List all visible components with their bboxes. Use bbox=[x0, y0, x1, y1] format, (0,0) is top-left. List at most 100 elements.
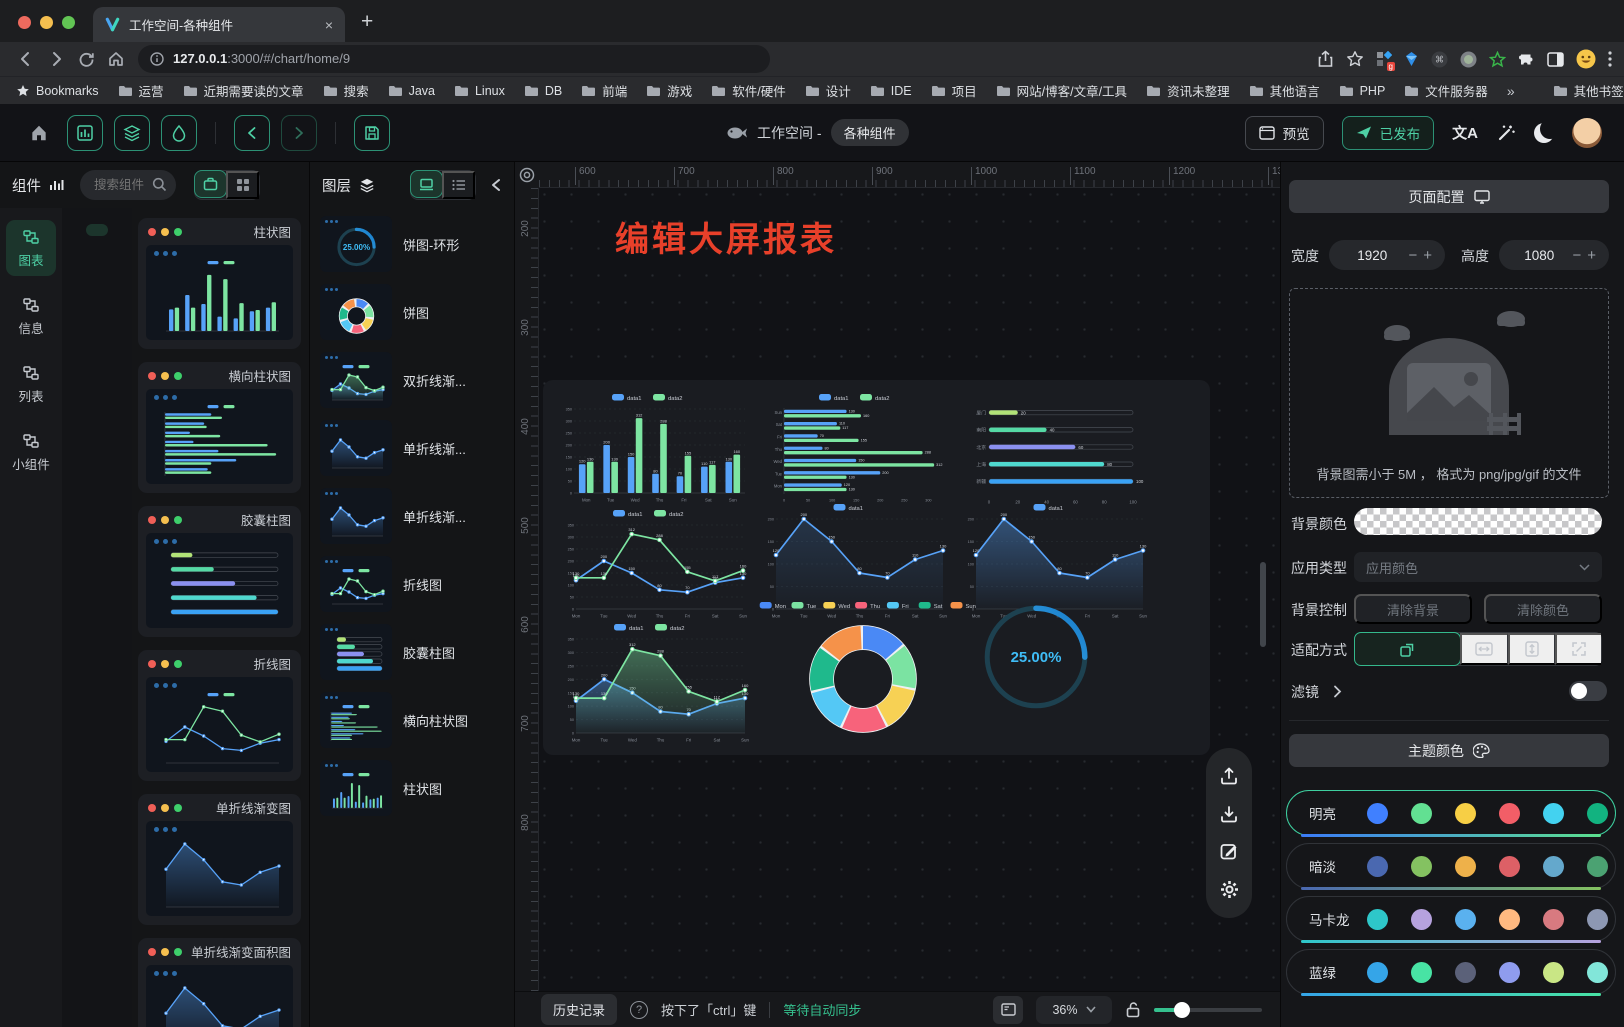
width-stepper[interactable]: 1920 − + bbox=[1329, 240, 1445, 270]
theme-row-暗淡[interactable]: 暗淡 bbox=[1286, 843, 1616, 889]
thumbnail-view-button[interactable] bbox=[410, 170, 443, 198]
fit-scale-button[interactable] bbox=[1354, 632, 1461, 666]
components-nav-item[interactable]: 列表 bbox=[6, 356, 56, 412]
preview-button[interactable]: 预览 bbox=[1245, 116, 1324, 150]
theme-row-明亮[interactable]: 明亮 bbox=[1286, 790, 1616, 836]
decrement-icon[interactable]: − bbox=[1405, 247, 1420, 264]
bookmarks-root[interactable]: Bookmarks bbox=[16, 84, 99, 98]
fit-stretch-button[interactable] bbox=[1555, 633, 1601, 665]
maximize-window-button[interactable] bbox=[62, 16, 75, 29]
chevron-right-icon[interactable] bbox=[1333, 685, 1342, 698]
clear-background-button[interactable]: 清除背景 bbox=[1354, 594, 1472, 624]
extensions-puzzle-icon[interactable] bbox=[1518, 51, 1535, 68]
canvas-chart-ring-progress[interactable]: 25.00% bbox=[975, 596, 1097, 718]
url-bar[interactable]: 127.0.0.1:3000/#/chart/home/9 bbox=[138, 45, 770, 73]
traffic-lights[interactable] bbox=[18, 16, 75, 29]
layer-item[interactable]: 折线图 bbox=[320, 556, 504, 612]
settings-gear-icon[interactable] bbox=[1219, 879, 1240, 900]
fit-width-button[interactable] bbox=[1460, 633, 1507, 665]
help-icon[interactable]: ? bbox=[630, 1001, 648, 1019]
other-bookmarks[interactable]: 其他书签 bbox=[1553, 81, 1624, 100]
bookmark-folder[interactable]: Linux bbox=[454, 81, 505, 100]
bookmark-folder[interactable]: 软件/硬件 bbox=[711, 81, 785, 100]
bookmarks-overflow[interactable]: » bbox=[1507, 83, 1515, 99]
decrement-icon[interactable]: − bbox=[1569, 247, 1584, 264]
undo-button[interactable] bbox=[234, 115, 270, 151]
bookmark-folder[interactable]: 前端 bbox=[581, 81, 627, 100]
width-value[interactable]: 1920 bbox=[1339, 248, 1405, 263]
canvas-grid[interactable]: 编辑大屏报表 data1data205010015020025030035012… bbox=[539, 188, 1280, 991]
category-item[interactable] bbox=[86, 244, 108, 256]
download-icon[interactable] bbox=[1219, 804, 1239, 824]
search-icon[interactable] bbox=[152, 177, 167, 192]
new-tab-button[interactable]: + bbox=[361, 10, 373, 34]
fit-height-button[interactable] bbox=[1508, 633, 1555, 665]
height-stepper[interactable]: 1080 − + bbox=[1499, 240, 1609, 270]
extension-gem-icon[interactable] bbox=[1404, 51, 1419, 67]
bg-color-swatch[interactable] bbox=[1354, 508, 1602, 535]
magic-wand-icon[interactable] bbox=[1496, 123, 1516, 143]
component-card[interactable]: 胶囊柱图 bbox=[138, 506, 301, 637]
share-icon[interactable] bbox=[1317, 50, 1334, 68]
category-item[interactable] bbox=[86, 324, 108, 336]
canvas-text-component[interactable]: 编辑大屏报表 bbox=[615, 212, 837, 261]
bookmark-folder[interactable]: 项目 bbox=[931, 81, 977, 100]
page-config-header[interactable]: 页面配置 bbox=[1289, 180, 1609, 213]
lock-icon[interactable] bbox=[1125, 1001, 1141, 1018]
app-type-select[interactable]: 应用颜色 bbox=[1354, 552, 1602, 582]
project-name-pill[interactable]: 各种组件 bbox=[831, 119, 909, 146]
component-card[interactable]: 单折线渐变图 bbox=[138, 794, 301, 925]
canvas-chart-capsule[interactable]: 厦门20南阳40北京60上海80新疆100020406080100 bbox=[963, 396, 1155, 506]
theme-color-header[interactable]: 主题颜色 bbox=[1289, 734, 1609, 767]
layer-item[interactable]: 横向柱状图 bbox=[320, 692, 504, 748]
components-nav-item[interactable]: 小组件 bbox=[6, 424, 56, 480]
background-upload-dropzone[interactable]: 背景图需小于 5M ， 格式为 png/jpg/gif 的文件 bbox=[1289, 288, 1609, 498]
edit-icon[interactable] bbox=[1219, 841, 1239, 861]
layer-item[interactable]: 单折线渐... bbox=[320, 488, 504, 544]
bookmark-folder[interactable]: 搜索 bbox=[323, 81, 369, 100]
sidebar-toggle-icon[interactable] bbox=[1547, 52, 1564, 67]
category-item[interactable] bbox=[86, 304, 108, 316]
zoom-slider-knob[interactable] bbox=[1174, 1002, 1190, 1018]
extension-cmd-icon[interactable]: ⌘ bbox=[1431, 51, 1448, 68]
component-card[interactable]: 单折线渐变面积图 bbox=[138, 938, 301, 1027]
forward-icon[interactable] bbox=[42, 46, 70, 72]
component-card[interactable]: 折线图 bbox=[138, 650, 301, 781]
minimize-window-button[interactable] bbox=[40, 16, 53, 29]
component-card[interactable]: 柱状图 bbox=[138, 218, 301, 349]
height-value[interactable]: 1080 bbox=[1509, 248, 1569, 263]
browser-menu-icon[interactable] bbox=[1608, 51, 1612, 67]
category-item[interactable] bbox=[86, 224, 108, 236]
theme-row-马卡龙[interactable]: 马卡龙 bbox=[1286, 896, 1616, 942]
list-view-button[interactable] bbox=[442, 171, 475, 199]
browser-tab[interactable]: 工作空间-各种组件 × bbox=[93, 7, 345, 42]
align-panel-icon[interactable] bbox=[993, 996, 1023, 1024]
design-canvas[interactable]: 6007008009001000110012001300 20030040050… bbox=[515, 162, 1280, 1027]
publish-button[interactable]: 已发布 bbox=[1342, 116, 1435, 150]
site-info-icon[interactable] bbox=[150, 52, 164, 66]
user-avatar[interactable] bbox=[1572, 118, 1602, 148]
detail-panel-button[interactable] bbox=[161, 115, 197, 151]
layer-item[interactable]: 双折线渐... bbox=[320, 352, 504, 408]
bookmark-folder[interactable]: 文件服务器 bbox=[1404, 81, 1488, 100]
history-button[interactable]: 历史记录 bbox=[541, 994, 617, 1025]
category-item[interactable] bbox=[86, 344, 108, 356]
tab-close-icon[interactable]: × bbox=[325, 17, 333, 33]
charts-panel-button[interactable] bbox=[67, 115, 103, 151]
clear-color-button[interactable]: 清除颜色 bbox=[1484, 594, 1602, 624]
bookmark-folder[interactable]: 设计 bbox=[805, 81, 851, 100]
components-nav-item[interactable]: 图表 bbox=[6, 220, 56, 276]
grid-view-button[interactable] bbox=[226, 171, 259, 199]
canvas-chart-horizontal-bar[interactable]: data1data2050100150200250300130160Sun110… bbox=[765, 392, 955, 504]
reload-icon[interactable] bbox=[72, 46, 100, 72]
language-icon[interactable]: 文A bbox=[1452, 122, 1478, 143]
layer-item[interactable]: 单折线渐... bbox=[320, 420, 504, 476]
category-item[interactable] bbox=[86, 264, 108, 276]
bookmark-folder[interactable]: 其他语言 bbox=[1249, 81, 1320, 100]
profile-avatar[interactable] bbox=[1576, 49, 1596, 69]
components-nav-item[interactable]: 信息 bbox=[6, 288, 56, 344]
layers-panel-button[interactable] bbox=[114, 115, 150, 151]
redo-button[interactable] bbox=[281, 115, 317, 151]
category-item[interactable] bbox=[86, 284, 108, 296]
home-button[interactable] bbox=[22, 123, 56, 143]
